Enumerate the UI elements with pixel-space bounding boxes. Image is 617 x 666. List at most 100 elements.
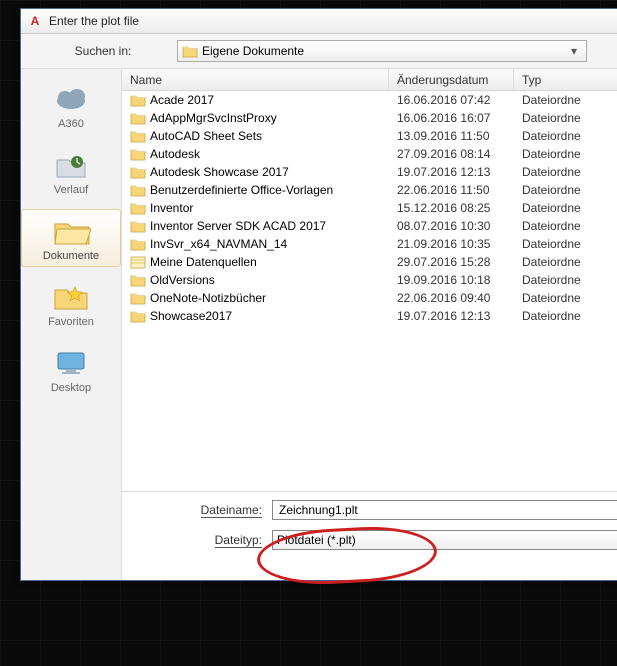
app-icon: A bbox=[27, 13, 43, 29]
folder-icon bbox=[130, 128, 148, 144]
item-name: AdAppMgrSvcInstProxy bbox=[148, 111, 397, 125]
folder-icon bbox=[130, 308, 148, 324]
place-history[interactable]: Verlauf bbox=[21, 143, 121, 201]
file-list[interactable]: Acade 201716.06.2016 07:42DateiordneAdAp… bbox=[122, 91, 617, 491]
folder-icon bbox=[130, 110, 148, 126]
item-type: Dateiordne bbox=[522, 237, 617, 251]
folder-icon bbox=[130, 182, 148, 198]
item-date: 21.09.2016 10:35 bbox=[397, 237, 522, 251]
titlebar[interactable]: A Enter the plot file bbox=[21, 9, 617, 34]
file-list-pane: Name Änderungsdatum Typ Acade 201716.06.… bbox=[122, 69, 617, 580]
place-documents[interactable]: Dokumente bbox=[21, 209, 121, 267]
list-item[interactable]: Inventor Server SDK ACAD 201708.07.2016 … bbox=[122, 217, 617, 235]
folder-icon bbox=[130, 254, 148, 270]
lookin-label: Suchen in: bbox=[41, 44, 171, 58]
list-item[interactable]: Autodesk27.09.2016 08:14Dateiordne bbox=[122, 145, 617, 163]
chevron-down-icon[interactable]: ▾ bbox=[566, 44, 582, 58]
lookin-combo[interactable]: Eigene Dokumente ▾ bbox=[177, 40, 587, 62]
folder-icon bbox=[130, 272, 148, 288]
folder-icon bbox=[130, 92, 148, 108]
folder-open-icon bbox=[51, 214, 91, 248]
bottom-panel: Dateiname: Dateityp: Plotdatei (*.plt) ▾ bbox=[122, 491, 617, 580]
place-desktop[interactable]: Desktop bbox=[21, 341, 121, 399]
folder-icon bbox=[130, 164, 148, 180]
item-type: Dateiordne bbox=[522, 273, 617, 287]
item-type: Dateiordne bbox=[522, 183, 617, 197]
item-date: 15.12.2016 08:25 bbox=[397, 201, 522, 215]
col-date[interactable]: Änderungsdatum bbox=[389, 69, 514, 90]
favorites-icon bbox=[51, 280, 91, 314]
history-icon bbox=[51, 148, 91, 182]
folder-icon bbox=[130, 200, 148, 216]
filetype-combo[interactable]: Plotdatei (*.plt) ▾ bbox=[272, 530, 617, 550]
item-type: Dateiordne bbox=[522, 219, 617, 233]
item-name: Meine Datenquellen bbox=[148, 255, 397, 269]
places-bar: A360 Verlauf Dokumente Fav bbox=[21, 69, 122, 580]
item-name: Benutzerdefinierte Office-Vorlagen bbox=[148, 183, 397, 197]
folder-icon bbox=[130, 218, 148, 234]
item-name: InvSvr_x64_NAVMAN_14 bbox=[148, 237, 397, 251]
item-type: Dateiordne bbox=[522, 111, 617, 125]
filename-input[interactable] bbox=[272, 500, 617, 520]
item-name: AutoCAD Sheet Sets bbox=[148, 129, 397, 143]
list-item[interactable]: Autodesk Showcase 201719.07.2016 12:13Da… bbox=[122, 163, 617, 181]
desktop-icon bbox=[51, 346, 91, 380]
list-item[interactable]: Meine Datenquellen29.07.2016 15:28Dateio… bbox=[122, 253, 617, 271]
filename-label: Dateiname: bbox=[122, 503, 272, 517]
item-type: Dateiordne bbox=[522, 129, 617, 143]
item-name: OneNote-Notizbücher bbox=[148, 291, 397, 305]
column-headers: Name Änderungsdatum Typ bbox=[122, 69, 617, 91]
item-date: 22.06.2016 09:40 bbox=[397, 291, 522, 305]
lookin-value: Eigene Dokumente bbox=[202, 44, 562, 58]
item-date: 16.06.2016 07:42 bbox=[397, 93, 522, 107]
item-type: Dateiordne bbox=[522, 291, 617, 305]
place-favorites[interactable]: Favoriten bbox=[21, 275, 121, 333]
filetype-label: Dateityp: bbox=[122, 533, 272, 547]
item-type: Dateiordne bbox=[522, 165, 617, 179]
item-date: 27.09.2016 08:14 bbox=[397, 147, 522, 161]
folder-icon bbox=[130, 236, 148, 252]
list-item[interactable]: Inventor15.12.2016 08:25Dateiordne bbox=[122, 199, 617, 217]
item-date: 08.07.2016 10:30 bbox=[397, 219, 522, 233]
item-date: 19.07.2016 12:13 bbox=[397, 165, 522, 179]
folder-icon bbox=[130, 146, 148, 162]
item-name: Inventor Server SDK ACAD 2017 bbox=[148, 219, 397, 233]
item-name: Autodesk bbox=[148, 147, 397, 161]
cloud-icon bbox=[51, 82, 91, 116]
list-item[interactable]: Showcase201719.07.2016 12:13Dateiordne bbox=[122, 307, 617, 325]
col-name[interactable]: Name bbox=[122, 69, 389, 90]
item-date: 19.07.2016 12:13 bbox=[397, 309, 522, 323]
item-date: 22.06.2016 11:50 bbox=[397, 183, 522, 197]
col-type[interactable]: Typ bbox=[514, 69, 617, 90]
item-type: Dateiordne bbox=[522, 93, 617, 107]
item-date: 19.09.2016 10:18 bbox=[397, 273, 522, 287]
place-a360[interactable]: A360 bbox=[21, 77, 121, 135]
list-item[interactable]: Acade 201716.06.2016 07:42Dateiordne bbox=[122, 91, 617, 109]
list-item[interactable]: OneNote-Notizbücher22.06.2016 09:40Datei… bbox=[122, 289, 617, 307]
place-label: Verlauf bbox=[54, 184, 88, 196]
item-type: Dateiordne bbox=[522, 147, 617, 161]
item-date: 13.09.2016 11:50 bbox=[397, 129, 522, 143]
place-label: Favoriten bbox=[48, 316, 94, 328]
item-name: Showcase2017 bbox=[148, 309, 397, 323]
item-name: Acade 2017 bbox=[148, 93, 397, 107]
filetype-value: Plotdatei (*.plt) bbox=[277, 533, 617, 547]
list-item[interactable]: AdAppMgrSvcInstProxy16.06.2016 16:07Date… bbox=[122, 109, 617, 127]
place-label: A360 bbox=[58, 118, 84, 130]
list-item[interactable]: Benutzerdefinierte Office-Vorlagen22.06.… bbox=[122, 181, 617, 199]
window-title: Enter the plot file bbox=[49, 14, 139, 28]
item-name: OldVersions bbox=[148, 273, 397, 287]
item-type: Dateiordne bbox=[522, 309, 617, 323]
item-name: Inventor bbox=[148, 201, 397, 215]
place-label: Desktop bbox=[51, 382, 91, 394]
list-item[interactable]: InvSvr_x64_NAVMAN_1421.09.2016 10:35Date… bbox=[122, 235, 617, 253]
item-date: 16.06.2016 16:07 bbox=[397, 111, 522, 125]
list-item[interactable]: AutoCAD Sheet Sets13.09.2016 11:50Dateio… bbox=[122, 127, 617, 145]
item-type: Dateiordne bbox=[522, 201, 617, 215]
body: A360 Verlauf Dokumente Fav bbox=[21, 69, 617, 580]
item-type: Dateiordne bbox=[522, 255, 617, 269]
folder-icon bbox=[182, 43, 198, 59]
folder-icon bbox=[130, 290, 148, 306]
item-date: 29.07.2016 15:28 bbox=[397, 255, 522, 269]
list-item[interactable]: OldVersions19.09.2016 10:18Dateiordne bbox=[122, 271, 617, 289]
